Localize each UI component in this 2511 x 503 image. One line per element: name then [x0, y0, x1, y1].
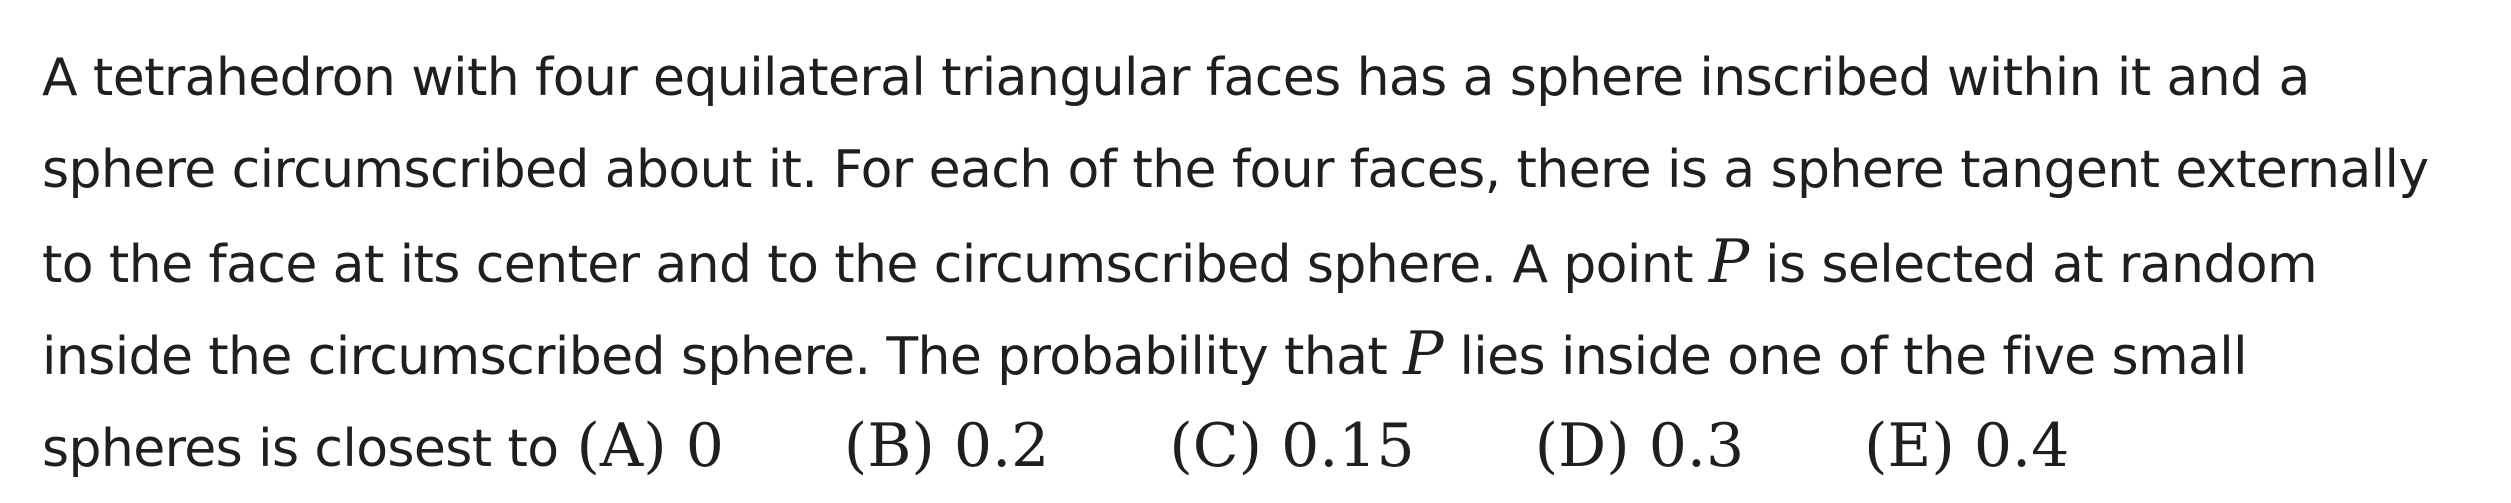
answer-choice-a: (A) 0 — [576, 411, 724, 481]
answer-choice-d: (D) 0.3 — [1534, 411, 1745, 481]
problem-line-2: sphere circumscribed about it. For each … — [42, 140, 2429, 200]
problem-text: to the face at its center and to the cir… — [42, 235, 1709, 295]
problem-text: is selected at random — [1749, 235, 2318, 295]
answer-choice-b: (B) 0.2 — [843, 411, 1050, 481]
variable-p: P — [1708, 227, 1750, 297]
problem-line-5: spheres is closest to (A) 0 (B) 0.2 (C) 0.1… — [42, 400, 2482, 492]
problem-text: spheres is closest to — [42, 419, 559, 479]
answer-choice-e: (E) 0.4 — [1864, 411, 2070, 481]
problem-line-1: A tetrahedron with four equilateral tria… — [42, 48, 2310, 108]
variable-p: P — [1403, 319, 1444, 389]
problem-statement: A tetrahedron with four equilateral tria… — [42, 32, 2482, 492]
problem-text: inside the circumscribed sphere. The pro… — [42, 327, 1404, 387]
problem-line-4: inside the circumscribed sphere. The pro… — [42, 308, 2482, 400]
problem-text: lies inside one of the five small — [1443, 327, 2247, 387]
problem-line-3: to the face at its center and to the cir… — [42, 216, 2482, 308]
answer-choice-c: (C) 0.15 — [1169, 411, 1415, 481]
